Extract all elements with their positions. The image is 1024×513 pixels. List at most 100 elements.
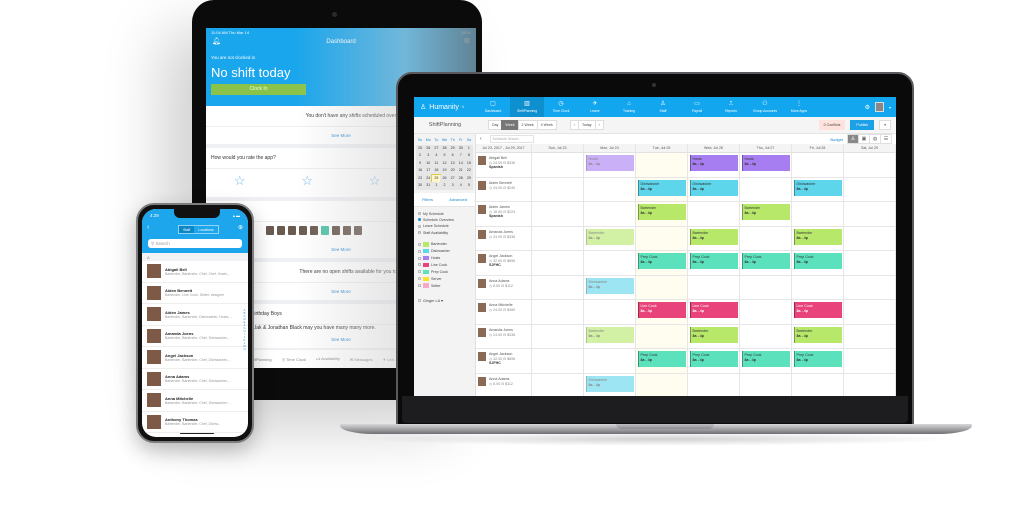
shift-block[interactable]: Prep Cook 8a - 4p bbox=[689, 351, 738, 367]
schedule-cell[interactable]: Dishwasher 8a - 4p bbox=[688, 177, 740, 202]
role-filter-item[interactable]: Setter bbox=[418, 283, 471, 288]
checkbox[interactable] bbox=[418, 270, 421, 274]
employee-cell[interactable]: Abigail Bell ◷ 24.00 ⊟ $336 Spanish bbox=[476, 153, 532, 178]
calendar-day[interactable]: 29 bbox=[448, 144, 457, 152]
schedule-cell[interactable] bbox=[740, 373, 792, 396]
star-icon[interactable]: ☆ bbox=[369, 173, 381, 189]
schedule-cell[interactable]: Prep Cook 8a - 4p bbox=[792, 349, 844, 374]
calendar-day[interactable]: 2 bbox=[416, 152, 425, 160]
employee-cell[interactable]: Anna Mitchelle ◷ 24.00 ⊟ $480 bbox=[476, 300, 532, 325]
schedule-cell[interactable]: Prep Cook 8a - 4p bbox=[636, 251, 688, 276]
shift-block[interactable]: Dishwasher 8a - 4p bbox=[689, 179, 738, 196]
schedule-cell[interactable] bbox=[636, 275, 688, 300]
staff-list-item[interactable]: Amanda Joens Bartender, Bartender, Chef, … bbox=[142, 326, 248, 347]
schedule-cell[interactable]: Bartender 8a - 4p bbox=[584, 226, 636, 251]
view-2week-button[interactable]: 2 Week bbox=[517, 120, 538, 130]
conflicts-button[interactable]: 0 Conflicts bbox=[818, 120, 846, 130]
nav-item-dashboard[interactable]: ▢ Dashboard bbox=[476, 97, 510, 117]
checkbox[interactable] bbox=[418, 284, 421, 288]
schedule-cell[interactable]: Prep Cook 8a - 4p bbox=[688, 349, 740, 374]
next-button[interactable]: › bbox=[594, 120, 604, 130]
radio-button[interactable] bbox=[418, 218, 421, 222]
calendar-day[interactable]: 30 bbox=[416, 182, 425, 190]
avatar[interactable] bbox=[343, 226, 351, 235]
shift-block[interactable]: Dishwasher 8a - 4p bbox=[793, 179, 842, 196]
schedule-cell[interactable] bbox=[532, 153, 584, 178]
schedule-cell[interactable] bbox=[844, 349, 896, 374]
avatar[interactable] bbox=[354, 226, 362, 235]
checkbox[interactable] bbox=[418, 256, 421, 260]
shift-block[interactable]: Prep Cook 8a - 4p bbox=[741, 351, 790, 367]
nav-item-group-accounts[interactable]: ⚇ Group Accounts bbox=[748, 97, 782, 117]
schedule-cell[interactable] bbox=[636, 153, 688, 178]
shift-block[interactable]: Bartender 8a - 4p bbox=[585, 326, 634, 343]
shift-block[interactable]: Bartender 8a - 4p bbox=[793, 326, 842, 343]
list-view-icon[interactable]: ☰ bbox=[880, 134, 892, 144]
schedule-cell[interactable] bbox=[844, 324, 896, 349]
schedule-cell[interactable]: Dishwasher 8a - 4p bbox=[584, 373, 636, 396]
shift-block[interactable]: Dishwasher 8a - 4p bbox=[585, 375, 634, 392]
tab-availability[interactable]: 👍︎ Availability bbox=[316, 356, 340, 362]
employee-cell[interactable]: Aiden James ◷ 16.00 ⊟ $224 Spanish bbox=[476, 202, 532, 227]
shift-block[interactable]: Hosts 8a - 4p bbox=[741, 155, 790, 171]
schedule-cell[interactable]: Bartender 8a - 4p bbox=[792, 226, 844, 251]
schedule-cell[interactable] bbox=[740, 300, 792, 325]
avatar[interactable] bbox=[288, 226, 296, 235]
schedule-cell[interactable] bbox=[584, 202, 636, 227]
schedule-cell[interactable] bbox=[792, 202, 844, 227]
segment-locations[interactable]: Locations bbox=[194, 226, 217, 233]
schedule-cell[interactable] bbox=[532, 251, 584, 276]
staff-list-item[interactable]: Angel Jackson Bartender, Bartender, Chef,… bbox=[142, 347, 248, 369]
shift-block[interactable]: Bartender 8a - 4p bbox=[585, 228, 634, 245]
nav-item-payroll[interactable]: ▭ Payroll bbox=[680, 97, 714, 117]
staff-list-item[interactable]: Abigail Bell Bartender, Bartender, Chef, … bbox=[142, 261, 248, 283]
shift-block[interactable]: Prep Cook 8a - 4p bbox=[637, 253, 686, 269]
schedule-cell[interactable] bbox=[532, 373, 584, 396]
nav-item-leave[interactable]: ✈ Leave bbox=[578, 97, 612, 117]
schedule-view-option[interactable]: Schedule Overview bbox=[418, 218, 471, 222]
calendar-day[interactable]: 27 bbox=[432, 144, 441, 152]
schedule-cell[interactable] bbox=[636, 324, 688, 349]
checkbox[interactable] bbox=[418, 299, 421, 303]
calendar-day[interactable]: 1 bbox=[464, 144, 473, 152]
nav-item-reports[interactable]: ⎍ Reports bbox=[714, 97, 748, 117]
role-filter-item[interactable]: Bartender bbox=[418, 242, 471, 247]
shift-block[interactable]: Prep Cook 8a - 4p bbox=[637, 351, 686, 367]
checkbox[interactable] bbox=[418, 242, 421, 246]
schedule-cell[interactable] bbox=[532, 177, 584, 202]
calendar-day[interactable]: 26 bbox=[424, 144, 433, 152]
today-button[interactable]: Today bbox=[577, 120, 596, 130]
schedule-cell[interactable] bbox=[844, 226, 896, 251]
tab-leave[interactable]: ✈ Lea... bbox=[383, 357, 397, 362]
shift-block[interactable]: Bartender 8a - 4p bbox=[689, 228, 738, 245]
alphabet-index[interactable]: ABCDEFGHIJKLMN bbox=[243, 309, 246, 351]
calendar-day[interactable]: 6 bbox=[448, 152, 457, 160]
schedule-cell[interactable] bbox=[844, 275, 896, 300]
calendar-day[interactable]: 8 bbox=[464, 152, 473, 160]
nav-item-more-apps[interactable]: ⋮ More Apps bbox=[782, 97, 816, 117]
radio-button[interactable] bbox=[418, 231, 421, 235]
calendar-day[interactable]: 5 bbox=[440, 152, 449, 160]
budget-link[interactable]: Budget bbox=[830, 137, 843, 142]
schedule-cell[interactable] bbox=[584, 251, 636, 276]
schedule-cell[interactable]: Prep Cook 8a - 4p bbox=[792, 251, 844, 276]
calendar-day[interactable]: 15 bbox=[464, 159, 473, 167]
schedule-cell[interactable] bbox=[740, 275, 792, 300]
schedule-view-option[interactable]: Staff Availability bbox=[418, 231, 471, 235]
schedule-cell[interactable] bbox=[532, 349, 584, 374]
schedule-cell[interactable]: Hosts 8a - 4p bbox=[688, 153, 740, 178]
calendar-day[interactable]: 23 bbox=[416, 174, 425, 182]
employee-cell[interactable]: Angel Jackson ◷ 32.00 ⊟ $896 SJFHC bbox=[476, 251, 532, 276]
calendar-day[interactable]: 31 bbox=[424, 182, 433, 190]
gear-icon[interactable]: ⚙ bbox=[464, 37, 470, 45]
index-letter[interactable]: N bbox=[243, 348, 246, 351]
shift-block[interactable]: Prep Cook 8a - 4p bbox=[689, 253, 738, 269]
schedule-cell[interactable] bbox=[844, 177, 896, 202]
schedule-cell[interactable]: Prep Cook 8a - 4p bbox=[740, 251, 792, 276]
employee-cell[interactable]: Amanda Joens ◷ 24.00 ⊟ $336 bbox=[476, 324, 532, 349]
schedule-cell[interactable]: Line Cook 8a - 4p bbox=[792, 300, 844, 325]
employee-cell[interactable]: Anna Adams ◷ 8.00 ⊟ $112 bbox=[476, 275, 532, 300]
schedule-cell[interactable]: Hosts 8a - 4p bbox=[740, 153, 792, 178]
star-icon[interactable]: ☆ bbox=[301, 173, 313, 189]
schedule-cell[interactable]: Prep Cook 8a - 4p bbox=[740, 349, 792, 374]
